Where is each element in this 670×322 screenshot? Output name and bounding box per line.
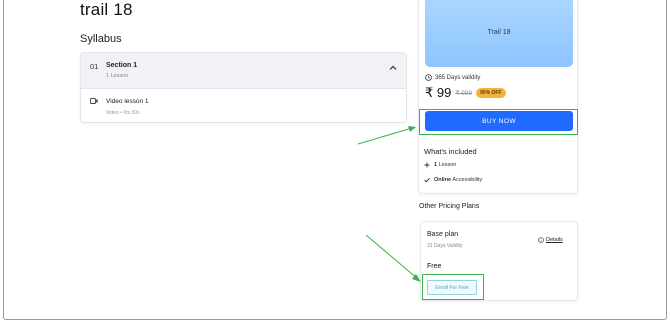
plan-validity: 31 Days Validity xyxy=(427,243,463,249)
section-accordion-header[interactable]: 01 Section 1 1 Lesson xyxy=(81,53,406,89)
included-title: What's included xyxy=(424,147,477,156)
price-row: ₹ 99 ₹ 999 90% OFF xyxy=(425,85,506,101)
validity-text: 365 Days validity xyxy=(435,74,481,81)
lesson-meta: Video • 0m 30s xyxy=(106,110,140,116)
price: ₹ 99 xyxy=(425,85,452,100)
plus-icon xyxy=(424,162,430,168)
course-thumbnail: Trail 18 xyxy=(425,0,573,67)
syllabus-heading: Syllabus xyxy=(80,33,122,45)
video-icon xyxy=(90,98,98,104)
validity-info: 365 Days validity xyxy=(425,74,480,81)
other-plans-heading: Other Pricing Plans xyxy=(419,203,480,210)
details-label: Details xyxy=(546,237,563,243)
lesson-title: Video lesson 1 xyxy=(106,98,149,105)
original-price: ₹ 999 xyxy=(455,90,473,97)
chevron-up-icon[interactable] xyxy=(388,63,398,73)
included-item-bold: Online xyxy=(434,177,452,183)
included-item-bold: 1 xyxy=(434,162,438,168)
enroll-free-button[interactable]: Enroll For Free xyxy=(427,280,477,295)
check-icon xyxy=(424,178,430,183)
clock-icon xyxy=(425,74,432,81)
info-icon xyxy=(538,237,544,243)
lesson-item[interactable]: Video lesson 1 Video • 0m 30s xyxy=(81,89,406,122)
plan-name: Base plan xyxy=(427,231,459,238)
plan-price: Free xyxy=(427,263,442,270)
plan-details-link[interactable]: Details xyxy=(538,237,563,243)
discount-badge: 90% OFF xyxy=(476,88,506,98)
included-item: 1 Lesson xyxy=(424,162,456,168)
included-item-text: Accessibility xyxy=(452,177,483,183)
section-lesson-count: 1 Lesson xyxy=(106,73,129,79)
course-title: trail 18 xyxy=(80,0,133,19)
section-number: 01 xyxy=(90,62,99,71)
syllabus-card: 01 Section 1 1 Lesson Video lesson 1 Vid… xyxy=(80,52,407,123)
thumbnail-title: Trail 18 xyxy=(487,28,511,36)
section-title: Section 1 xyxy=(106,62,138,69)
included-item-text: Lesson xyxy=(438,162,457,168)
buy-now-button[interactable]: BUY NOW xyxy=(425,111,573,131)
included-item: Online Accessibility xyxy=(424,177,482,183)
